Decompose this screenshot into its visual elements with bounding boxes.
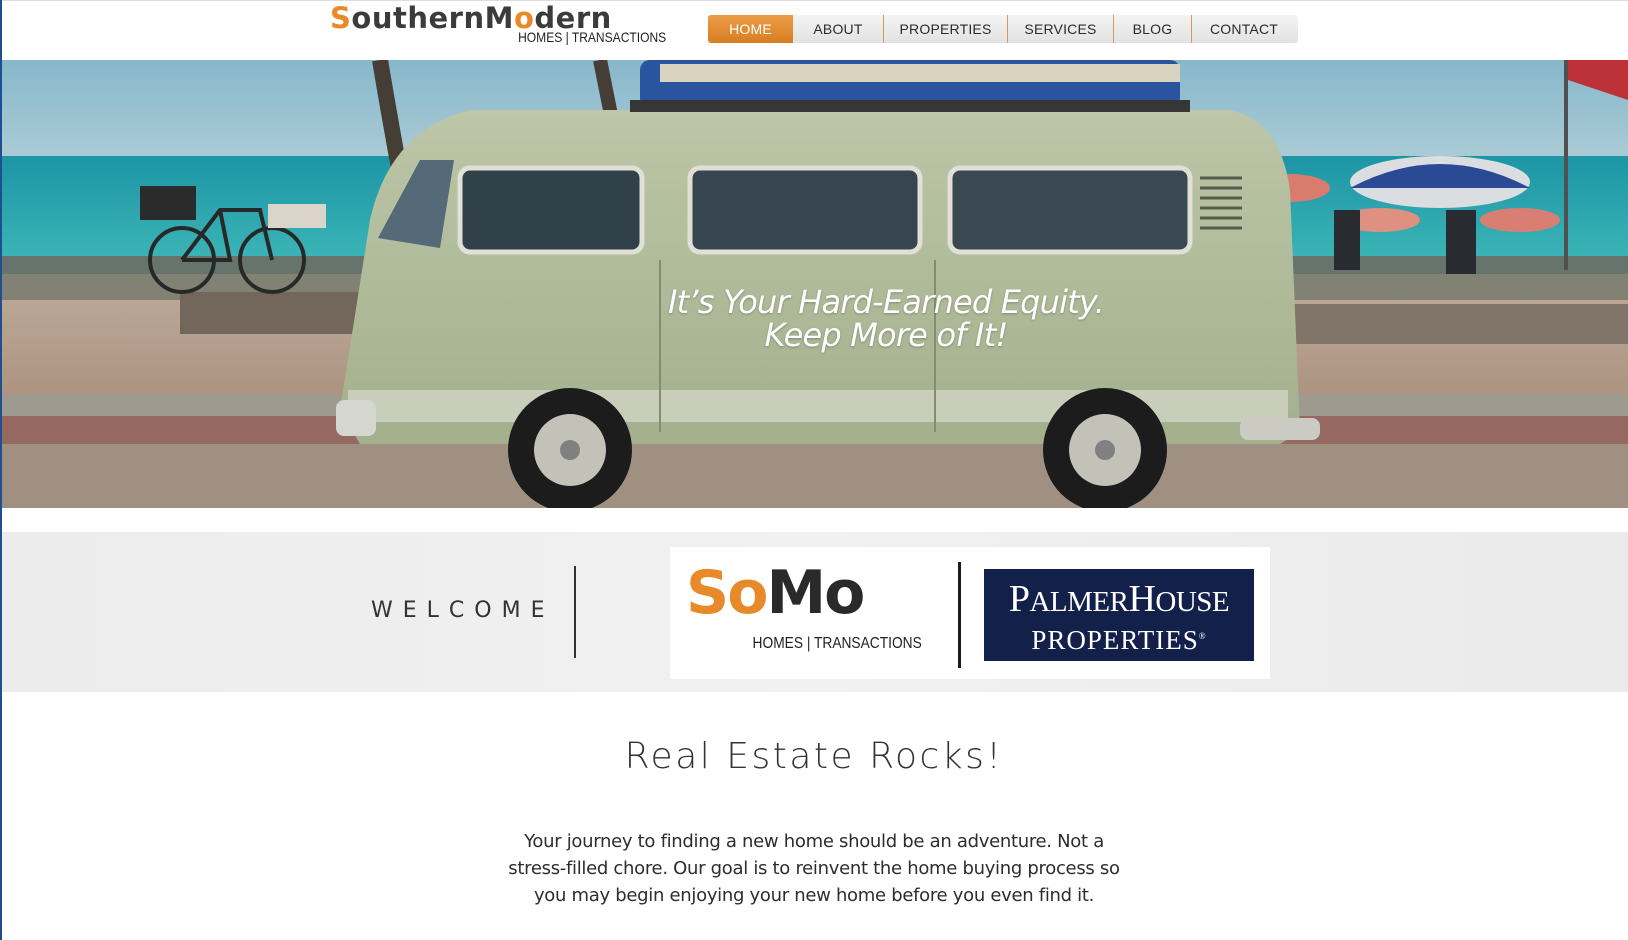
nav-home[interactable]: HOME (708, 15, 793, 43)
palmer-house-title: PALMERHOUSE (984, 579, 1254, 622)
welcome-label: WELCOME (371, 598, 555, 623)
palmer-house-logo: PALMERHOUSE PROPERTIES® (984, 569, 1254, 661)
palmer-word-almer: ALMER (1029, 586, 1129, 618)
site-logo[interactable]: SouthernModern HOMES | TRANSACTIONS (330, 3, 670, 55)
somo-letter-o2: o (824, 558, 865, 628)
partner-logos-card: SoMo HOMES | TRANSACTIONS PALMERHOUSE PR… (670, 547, 1270, 679)
site-header: SouthernModern HOMES | TRANSACTIONS HOME… (0, 0, 1628, 60)
logo-letter-m: M (484, 1, 514, 35)
hero-line-2: Keep More of It! (764, 316, 1009, 354)
welcome-divider (574, 566, 576, 658)
palmer-letter-p: P (1008, 578, 1030, 620)
somo-logo: SoMo HOMES | TRANSACTIONS (686, 558, 926, 652)
nav-blog[interactable]: BLOG (1114, 15, 1192, 43)
palmer-properties-text: PROPERTIES (1031, 625, 1199, 655)
hero-banner: It’s Your Hard-Earned Equity. Keep More … (0, 60, 1628, 508)
palmer-properties: PROPERTIES® (984, 621, 1254, 655)
intro-paragraph: Your journey to finding a new home shoul… (508, 831, 1120, 906)
nav-properties[interactable]: PROPERTIES (884, 15, 1008, 43)
logo-divider (958, 562, 961, 668)
main-nav: HOME ABOUT PROPERTIES SERVICES BLOG CONT… (708, 15, 1298, 43)
palmer-letter-h: H (1128, 578, 1156, 620)
page-left-border (0, 0, 2, 940)
logo-letter-s: S (330, 1, 352, 35)
section-headline: Real Estate Rocks! (624, 736, 1004, 777)
logo-word-outhern: outhern (351, 1, 485, 35)
somo-wordmark: SoMo (686, 553, 865, 633)
palmer-word-ouse: OUSE (1155, 586, 1230, 618)
somo-letter-m: M (766, 558, 826, 628)
logo-tagline: HOMES | TRANSACTIONS (517, 29, 666, 45)
hero-tagline: It’s Your Hard-Earned Equity. Keep More … (0, 286, 1628, 352)
nav-about[interactable]: ABOUT (793, 15, 884, 43)
somo-tagline: HOMES | TRANSACTIONS (752, 635, 922, 652)
nav-contact[interactable]: CONTACT (1192, 15, 1298, 43)
nav-services[interactable]: SERVICES (1008, 15, 1114, 43)
hero-line-1: It’s Your Hard-Earned Equity. (667, 283, 1105, 321)
somo-letter-s: S (686, 558, 729, 628)
welcome-band: WELCOME SoMo HOMES | TRANSACTIONS PALMER… (0, 532, 1628, 692)
registered-mark: ® (1198, 631, 1207, 641)
somo-letter-o1: o (727, 558, 768, 628)
